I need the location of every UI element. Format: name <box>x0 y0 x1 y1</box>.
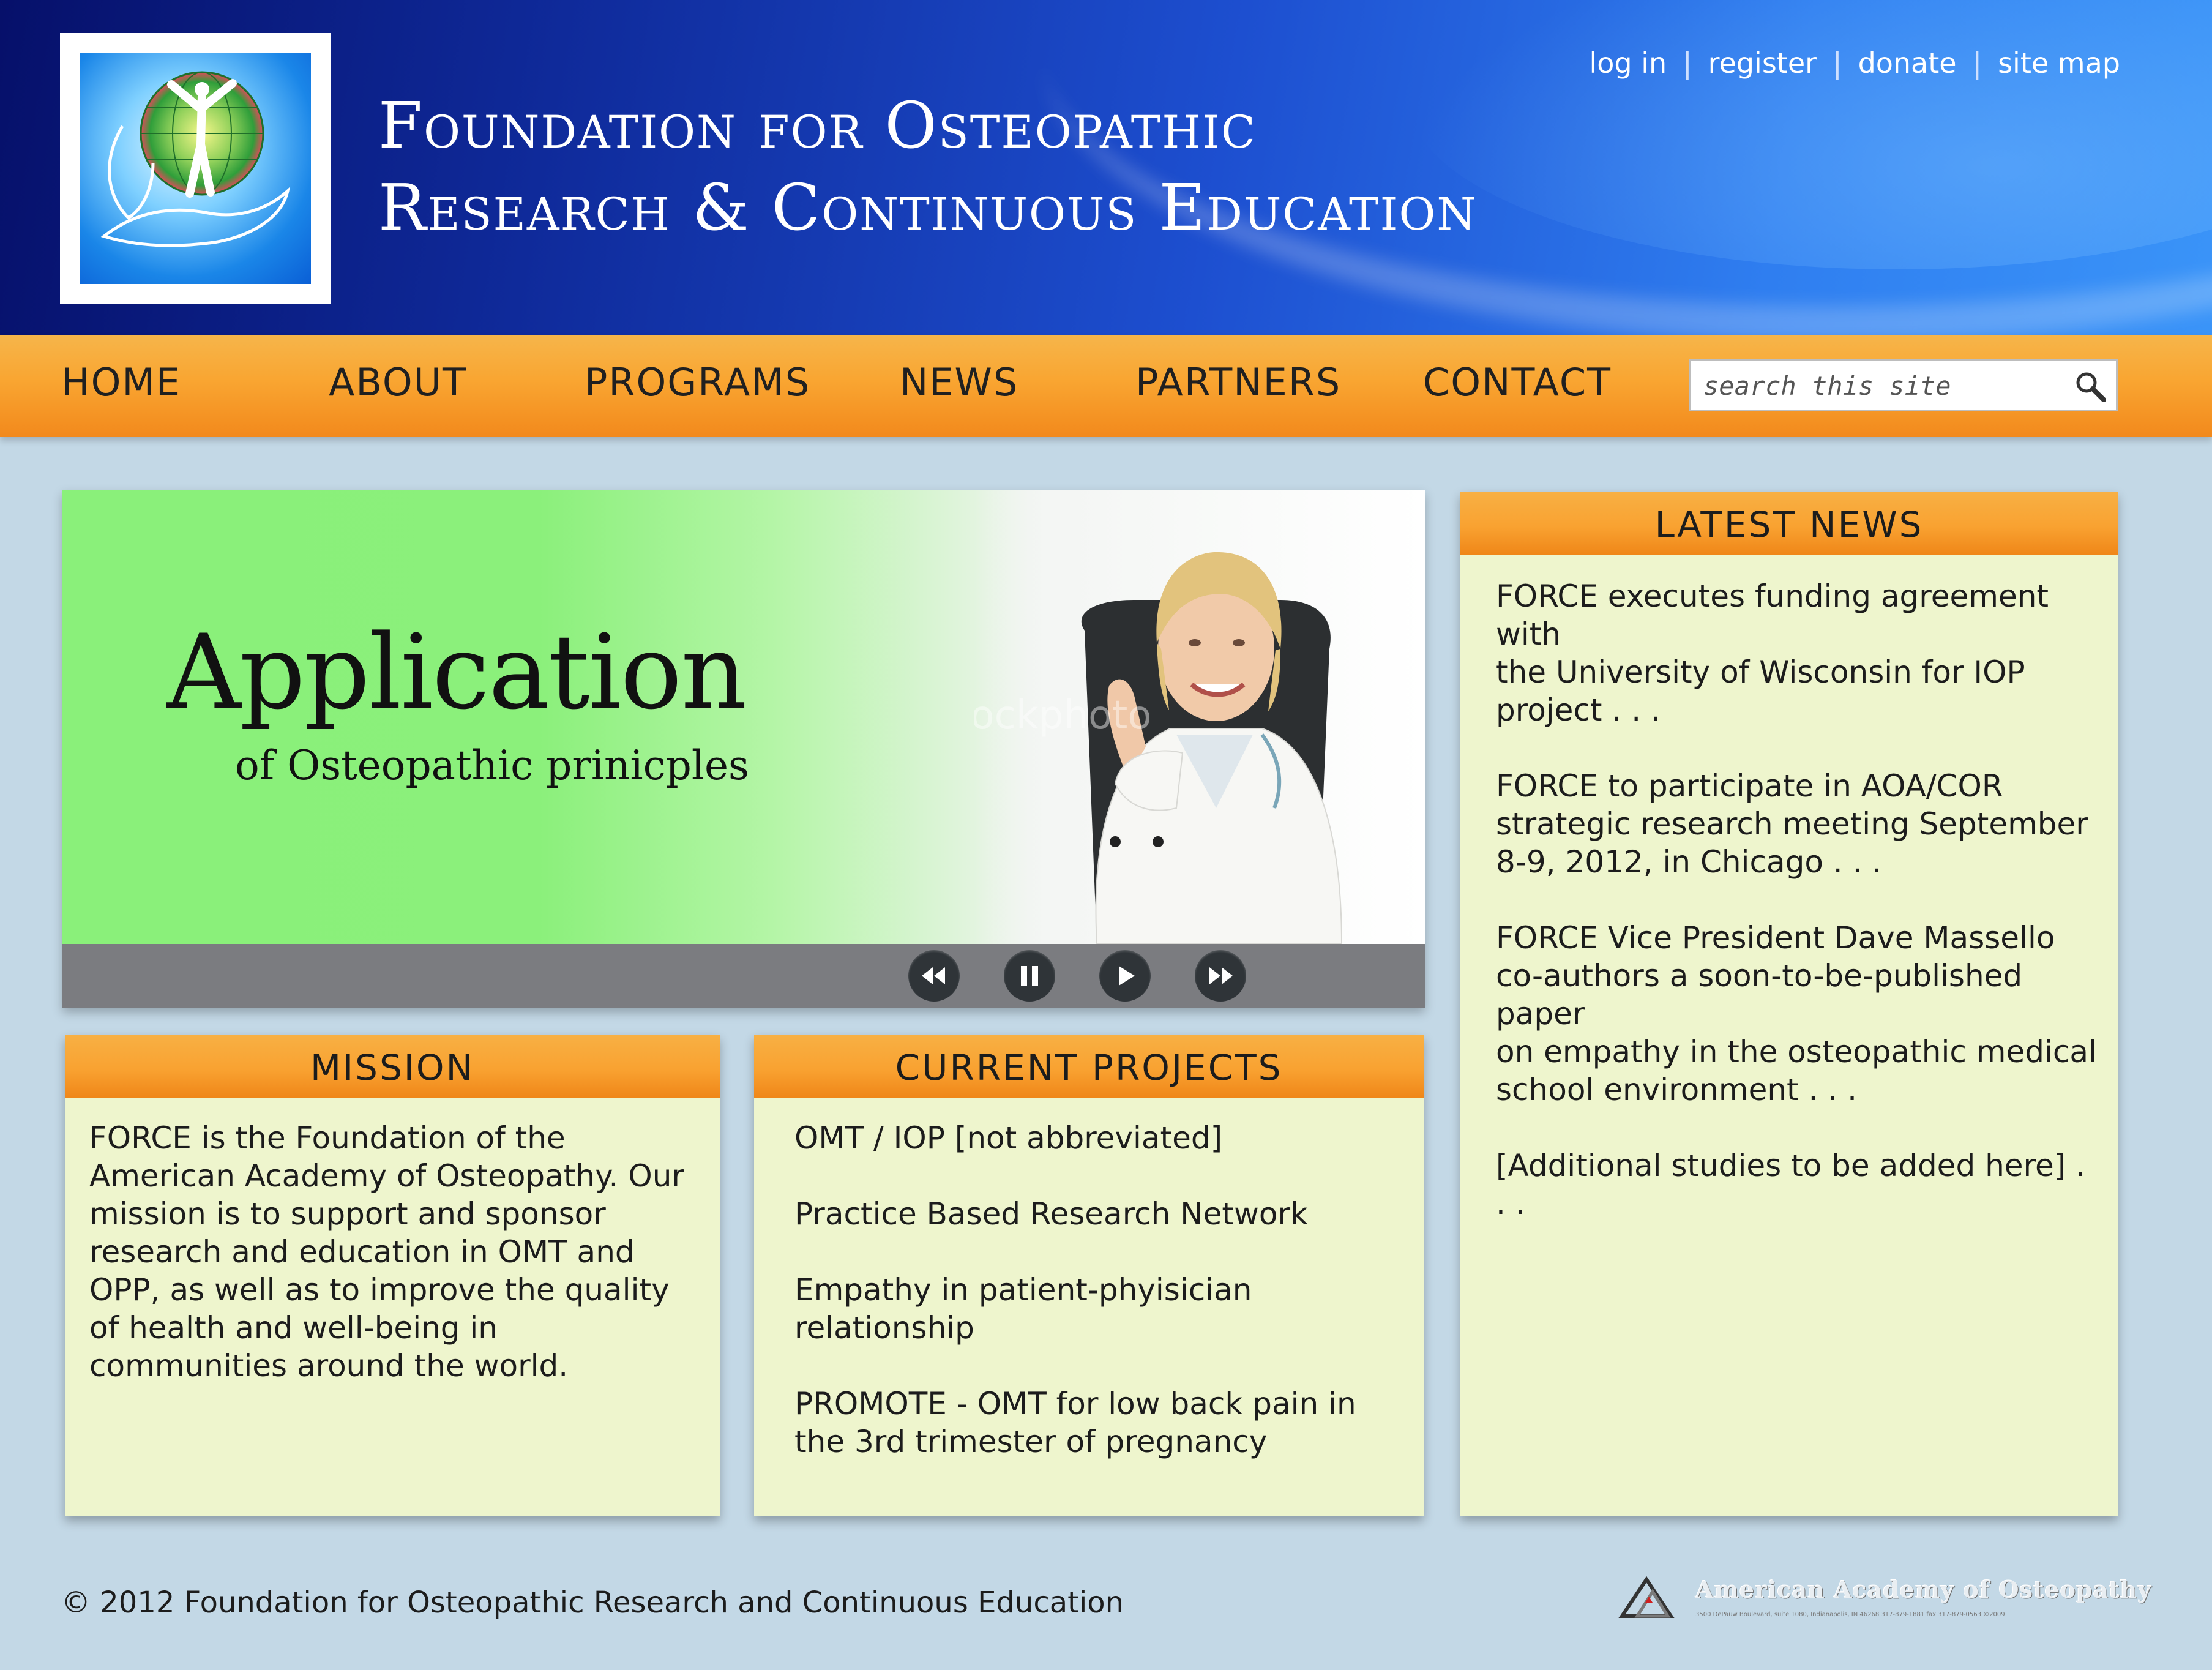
aao-name: American Academy of Osteopathy <box>1695 1576 2152 1603</box>
site-logo[interactable] <box>60 33 331 304</box>
mission-line: of health and well-being in <box>89 1310 498 1346</box>
separator: | <box>1833 47 1842 80</box>
news-line: [Additional studies to be added here] . … <box>1496 1148 2086 1221</box>
mission-text: FORCE is the Foundation of the American … <box>89 1119 701 1385</box>
utility-links: log in | register | donate | site map <box>1589 47 2120 80</box>
search-icon[interactable] <box>2073 369 2107 403</box>
project-line: Empathy in patient-phyisician <box>794 1272 1252 1308</box>
project-item[interactable]: Practice Based Research Network <box>794 1195 1405 1233</box>
project-line: the 3rd trimester of pregnancy <box>794 1424 1268 1459</box>
project-item[interactable]: OMT / IOP [not abbreviated] <box>794 1119 1405 1157</box>
site-title-line-1: Foundation for Osteopathic <box>378 88 1257 163</box>
slide-title: Application <box>166 612 747 732</box>
news-line: on empathy in the osteopathic medical <box>1496 1034 2097 1069</box>
search-input[interactable] <box>1702 368 2072 403</box>
nav-partners[interactable]: PARTNERS <box>1135 360 1341 405</box>
news-line: FORCE to participate in AOA/COR <box>1496 768 2003 804</box>
site-title: Foundation for Osteopathic Research & Co… <box>378 84 1477 249</box>
doctor-photo: iStockphoto <box>974 490 1425 944</box>
register-link[interactable]: register <box>1708 47 1817 80</box>
mission-panel: MISSION FORCE is the Foundation of the A… <box>65 1035 720 1516</box>
globe-hands-icon <box>100 71 291 247</box>
aao-triangle-icon <box>1618 1576 1675 1618</box>
site-header: Foundation for Osteopathic Research & Co… <box>0 0 2212 335</box>
mission-line: FORCE is the Foundation of the <box>89 1120 566 1156</box>
project-item[interactable]: PROMOTE - OMT for low back pain in the 3… <box>794 1385 1405 1461</box>
watermark-text: iStockphoto <box>974 693 1152 738</box>
mission-line: mission is to support and sponsor <box>89 1196 606 1232</box>
slideshow: Application of Osteopathic prinicples oc… <box>62 490 1425 1008</box>
news-line: the University of Wisconsin for IOP <box>1496 654 2025 690</box>
latest-news-heading: LATEST NEWS <box>1460 492 2118 555</box>
project-line: PROMOTE - OMT for low back pain in <box>794 1386 1356 1421</box>
slide-banner[interactable]: Application of Osteopathic prinicples oc… <box>62 490 1425 944</box>
aao-address: 3500 DePauw Boulevard, suite 1080, India… <box>1695 1611 2005 1618</box>
separator: | <box>1972 47 1982 80</box>
aao-partner-logo[interactable]: American Academy of Osteopathy 3500 DePa… <box>1616 1567 2151 1641</box>
nav-home[interactable]: HOME <box>61 360 181 405</box>
pause-button[interactable] <box>1004 950 1055 1002</box>
news-line: project . . . <box>1496 692 1661 728</box>
news-line: co-authors a soon-to-be-published paper <box>1496 958 2023 1032</box>
main-navigation: HOME ABOUT PROGRAMS NEWS PARTNERS CONTAC… <box>0 335 2212 437</box>
latest-news-panel: LATEST NEWS FORCE executes funding agree… <box>1460 492 2118 1516</box>
mission-heading: MISSION <box>65 1035 720 1098</box>
project-line: Practice Based Research Network <box>794 1196 1308 1232</box>
mission-line: communities around the world. <box>89 1348 569 1384</box>
project-line: OMT / IOP [not abbreviated] <box>794 1120 1223 1156</box>
mission-line: research and education in OMT and <box>89 1234 635 1270</box>
current-projects-heading: CURRENT PROJECTS <box>754 1035 1424 1098</box>
project-line: relationship <box>794 1310 974 1346</box>
rewind-button[interactable] <box>908 950 960 1002</box>
slide-subtitle: of Osteopathic prinicples <box>235 742 749 789</box>
site-title-line-2: Research & Continuous Education <box>378 170 1478 245</box>
news-line: strategic research meeting September <box>1496 806 2088 842</box>
current-projects-panel: CURRENT PROJECTS OMT / IOP [not abbrevia… <box>754 1035 1424 1516</box>
news-line: 8-9, 2012, in Chicago . . . <box>1496 844 1882 880</box>
projects-list: OMT / IOP [not abbreviated] Practice Bas… <box>794 1119 1405 1499</box>
news-list: FORCE executes funding agreement with th… <box>1496 577 2099 1260</box>
search-box <box>1689 359 2118 411</box>
nav-about[interactable]: ABOUT <box>329 360 467 405</box>
pause-icon <box>1021 966 1038 986</box>
nav-contact[interactable]: CONTACT <box>1423 360 1612 405</box>
fast-forward-icon <box>1209 967 1233 984</box>
separator: | <box>1683 47 1692 80</box>
rewind-icon <box>922 967 945 984</box>
nav-programs[interactable]: PROGRAMS <box>585 360 810 405</box>
play-icon <box>1119 966 1135 986</box>
news-line: school environment . . . <box>1496 1072 1857 1107</box>
mission-line: OPP, as well as to improve the quality <box>89 1272 670 1308</box>
news-item[interactable]: [Additional studies to be added here] . … <box>1496 1147 2099 1223</box>
copyright-text: © 2012 Foundation for Osteopathic Resear… <box>61 1586 1124 1620</box>
news-line: FORCE Vice President Dave Massello <box>1496 920 2055 956</box>
slideshow-controls <box>62 944 1425 1008</box>
donate-link[interactable]: donate <box>1858 47 1957 80</box>
nav-news[interactable]: NEWS <box>900 360 1018 405</box>
news-item[interactable]: FORCE to participate in AOA/COR strategi… <box>1496 767 2099 881</box>
fast-forward-button[interactable] <box>1195 950 1246 1002</box>
news-line: FORCE executes funding agreement with <box>1496 579 2049 652</box>
mission-line: American Academy of Osteopathy. Our <box>89 1158 684 1194</box>
news-item[interactable]: FORCE Vice President Dave Massello co-au… <box>1496 919 2099 1109</box>
site-map-link[interactable]: site map <box>1998 47 2120 80</box>
project-item[interactable]: Empathy in patient-phyisician relationsh… <box>794 1271 1405 1347</box>
play-button[interactable] <box>1099 950 1151 1002</box>
login-link[interactable]: log in <box>1589 47 1667 80</box>
logo-image <box>80 53 311 284</box>
news-item[interactable]: FORCE executes funding agreement with th… <box>1496 577 2099 729</box>
